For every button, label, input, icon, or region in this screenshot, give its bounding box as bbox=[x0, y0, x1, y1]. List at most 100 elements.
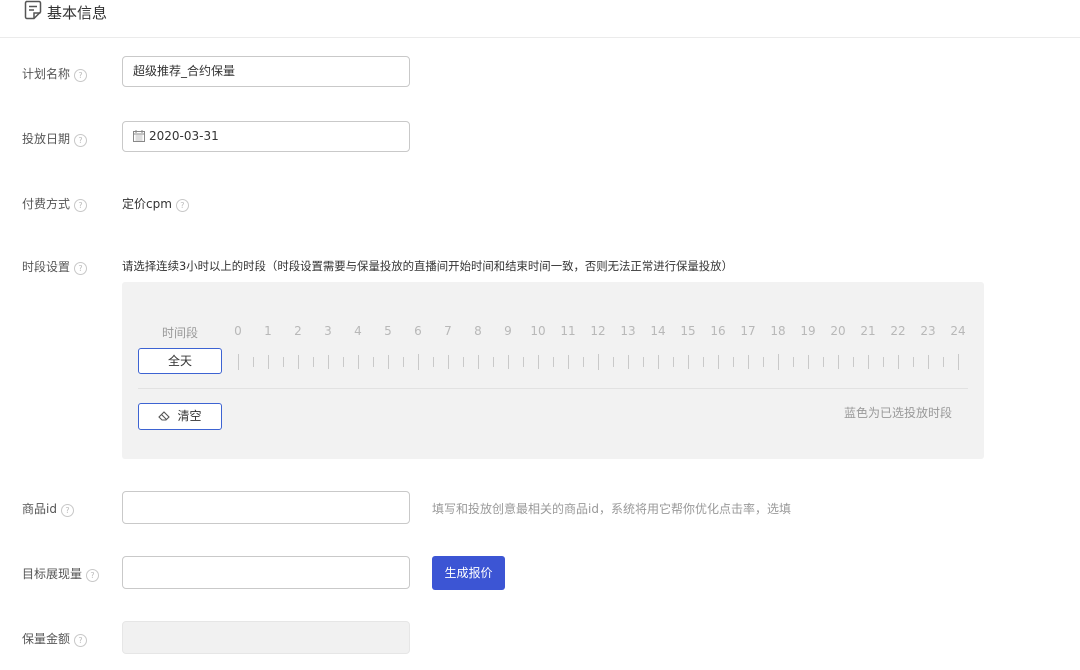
timeline-tick bbox=[508, 355, 509, 369]
help-icon[interactable]: ? bbox=[86, 569, 100, 582]
timeline-tick bbox=[343, 357, 344, 367]
timeline-tick bbox=[943, 357, 944, 367]
time-slot-label: 时段设置? bbox=[22, 258, 88, 275]
target-impressions-label: 目标展现量? bbox=[22, 565, 100, 582]
hour-label: 14 bbox=[650, 324, 666, 338]
time-slot-instruction: 请选择连续3小时以上的时段（时段设置需要与保量投放的直播间开始时间和结束时间一致… bbox=[122, 259, 733, 273]
timeline-tick bbox=[568, 355, 569, 369]
hour-label: 23 bbox=[920, 324, 936, 338]
timeline-tick bbox=[478, 355, 479, 369]
timeline-tick bbox=[463, 357, 464, 367]
product-id-label: 商品id? bbox=[22, 500, 74, 517]
document-icon bbox=[24, 0, 42, 23]
help-icon[interactable]: ? bbox=[74, 134, 88, 147]
timeline-tick bbox=[763, 357, 764, 367]
generate-quote-button[interactable]: 生成报价 bbox=[432, 556, 505, 590]
timeline-tick bbox=[898, 355, 899, 369]
hour-label: 18 bbox=[770, 324, 786, 338]
payment-value: 定价cpm? bbox=[122, 195, 189, 212]
help-icon[interactable]: ? bbox=[74, 69, 88, 82]
timeline-tick bbox=[583, 357, 584, 367]
hour-label: 1 bbox=[264, 324, 272, 338]
help-icon[interactable]: ? bbox=[74, 262, 88, 275]
timeline-tick bbox=[538, 355, 539, 369]
target-impressions-input[interactable] bbox=[122, 556, 410, 589]
timeline-tick bbox=[658, 355, 659, 369]
hour-label: 2 bbox=[294, 324, 302, 338]
timeline-tick bbox=[748, 355, 749, 369]
timeline-tick bbox=[913, 357, 914, 367]
timeline-tick bbox=[268, 355, 269, 369]
delivery-date-value: 2020-03-31 bbox=[149, 129, 219, 143]
timeline-tick bbox=[823, 357, 824, 367]
timeline-tick bbox=[523, 357, 524, 367]
time-slot-panel: 时间段 0 1 2 3 4 5 6 7 8 9 10 11 12 13 14 15 16 17 18 19 20 21 22… bbox=[122, 282, 984, 459]
timeline-tick bbox=[298, 355, 299, 369]
hour-label: 9 bbox=[504, 324, 512, 338]
timeline-tick bbox=[868, 355, 869, 369]
help-icon[interactable]: ? bbox=[74, 199, 88, 212]
timeline-tick bbox=[253, 357, 254, 367]
timeline-tick bbox=[553, 357, 554, 367]
timeline-tick bbox=[313, 357, 314, 367]
timeline-tick bbox=[388, 355, 389, 369]
page-title: 基本信息 bbox=[47, 4, 108, 22]
guarantee-amount-input bbox=[122, 621, 410, 654]
timeline-tick bbox=[688, 355, 689, 369]
timeline-tick bbox=[958, 354, 959, 370]
timeline-tick bbox=[373, 357, 374, 367]
timeline-tick bbox=[613, 357, 614, 367]
hour-label: 3 bbox=[324, 324, 332, 338]
timeline-tick bbox=[433, 357, 434, 367]
hour-label: 15 bbox=[680, 324, 696, 338]
timeline-label: 时间段 bbox=[162, 326, 199, 340]
help-icon[interactable]: ? bbox=[60, 504, 74, 517]
timeline-tick bbox=[328, 355, 329, 369]
plan-name-label: 计划名称? bbox=[22, 65, 88, 82]
eraser-icon bbox=[158, 406, 171, 431]
timeline-tick bbox=[838, 355, 839, 369]
all-day-button[interactable]: 全天 bbox=[138, 348, 222, 374]
help-icon[interactable]: ? bbox=[175, 199, 189, 212]
timeline-tick bbox=[733, 357, 734, 367]
guarantee-amount-label: 保量金额? bbox=[22, 630, 88, 647]
plan-name-input[interactable]: 超级推荐_合约保量 bbox=[122, 56, 410, 87]
clear-button[interactable]: 清空 bbox=[138, 403, 222, 430]
timeline-tick bbox=[448, 355, 449, 369]
hour-label: 0 bbox=[234, 324, 242, 338]
hour-label: 13 bbox=[620, 324, 636, 338]
payment-label: 付费方式? bbox=[22, 195, 88, 212]
plan-name-value: 超级推荐_合约保量 bbox=[133, 64, 236, 78]
timeline-tick bbox=[628, 355, 629, 369]
hour-label: 21 bbox=[860, 324, 876, 338]
help-icon[interactable]: ? bbox=[74, 634, 88, 647]
panel-divider bbox=[138, 388, 968, 389]
hour-label: 22 bbox=[890, 324, 906, 338]
timeline-tick bbox=[493, 357, 494, 367]
timeline-tick bbox=[673, 357, 674, 367]
section-header: 基本信息 bbox=[0, 0, 1080, 38]
delivery-date-label: 投放日期? bbox=[22, 130, 88, 147]
hour-label: 24 bbox=[950, 324, 966, 338]
timeline-tick bbox=[883, 357, 884, 367]
hour-label: 6 bbox=[414, 324, 422, 338]
hour-label: 20 bbox=[830, 324, 846, 338]
timeline-tick bbox=[853, 357, 854, 367]
product-id-input[interactable] bbox=[122, 491, 410, 524]
hour-label: 17 bbox=[740, 324, 756, 338]
hour-label: 5 bbox=[384, 324, 392, 338]
selection-legend: 蓝色为已选投放时段 bbox=[843, 406, 952, 420]
delivery-date-picker[interactable]: 2020-03-31 bbox=[122, 121, 410, 152]
calendar-icon bbox=[133, 124, 145, 153]
hour-label: 7 bbox=[444, 324, 452, 338]
timeline-tick bbox=[808, 355, 809, 369]
hour-label: 11 bbox=[560, 324, 576, 338]
hour-label: 19 bbox=[800, 324, 816, 338]
timeline-tick bbox=[598, 354, 599, 370]
hour-label: 8 bbox=[474, 324, 482, 338]
hour-label: 12 bbox=[590, 324, 606, 338]
timeline-tick bbox=[778, 354, 779, 370]
hour-label: 10 bbox=[530, 324, 546, 338]
timeline-tick bbox=[403, 357, 404, 367]
timeline-tick bbox=[703, 357, 704, 367]
